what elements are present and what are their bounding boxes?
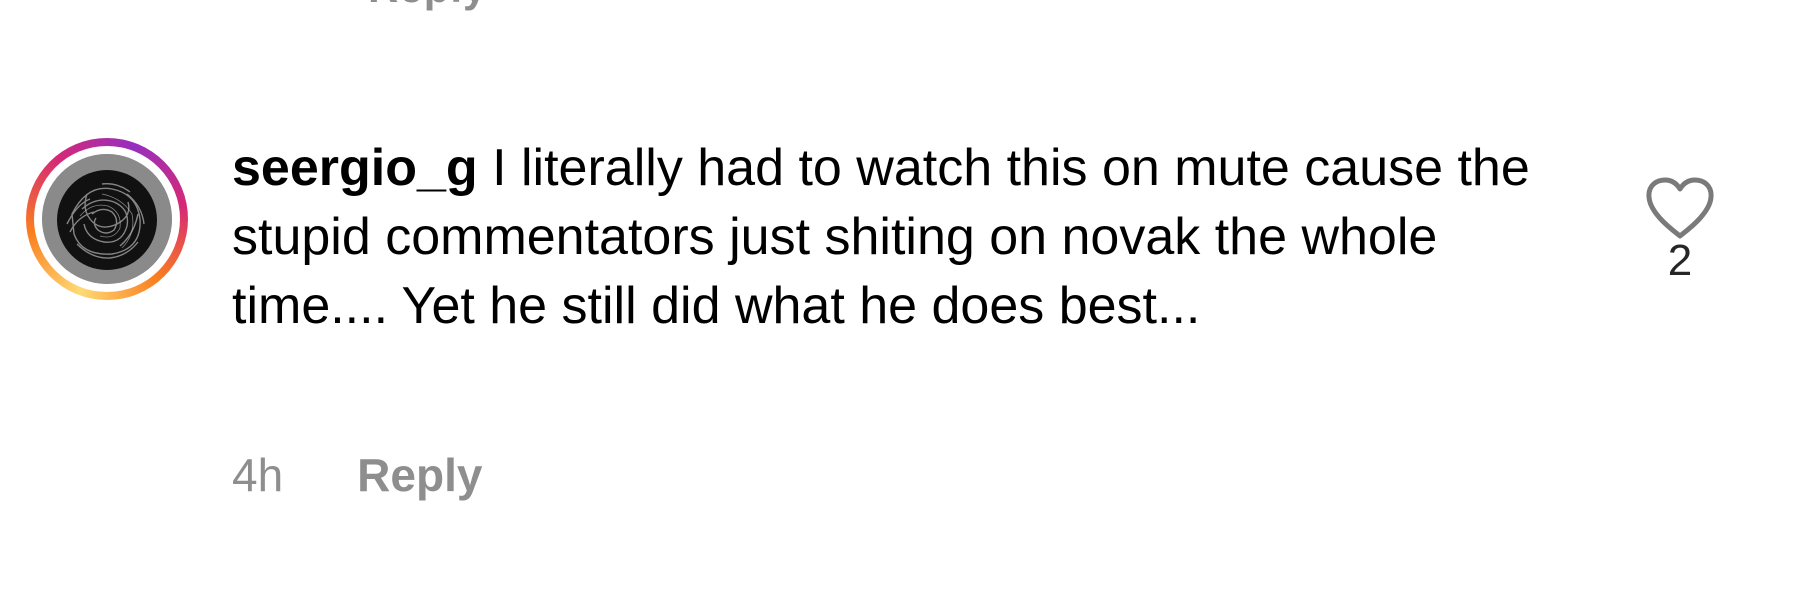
like-count: 2 (1667, 236, 1693, 285)
comment-body: seergio_g I literally had to watch this … (232, 134, 1582, 341)
heart-outline-icon (1646, 177, 1714, 239)
previous-comment-reply-button[interactable]: Reply (368, 0, 487, 12)
avatar-image (42, 154, 172, 284)
comment-meta: 4h Reply (232, 448, 482, 502)
like-button[interactable] (1644, 176, 1716, 242)
avatar[interactable] (42, 154, 172, 284)
comment-timestamp: 4h (232, 449, 284, 501)
reply-button[interactable]: Reply (357, 448, 482, 502)
comment-username[interactable]: seergio_g (232, 139, 478, 197)
avatar-story-ring[interactable] (26, 138, 188, 300)
